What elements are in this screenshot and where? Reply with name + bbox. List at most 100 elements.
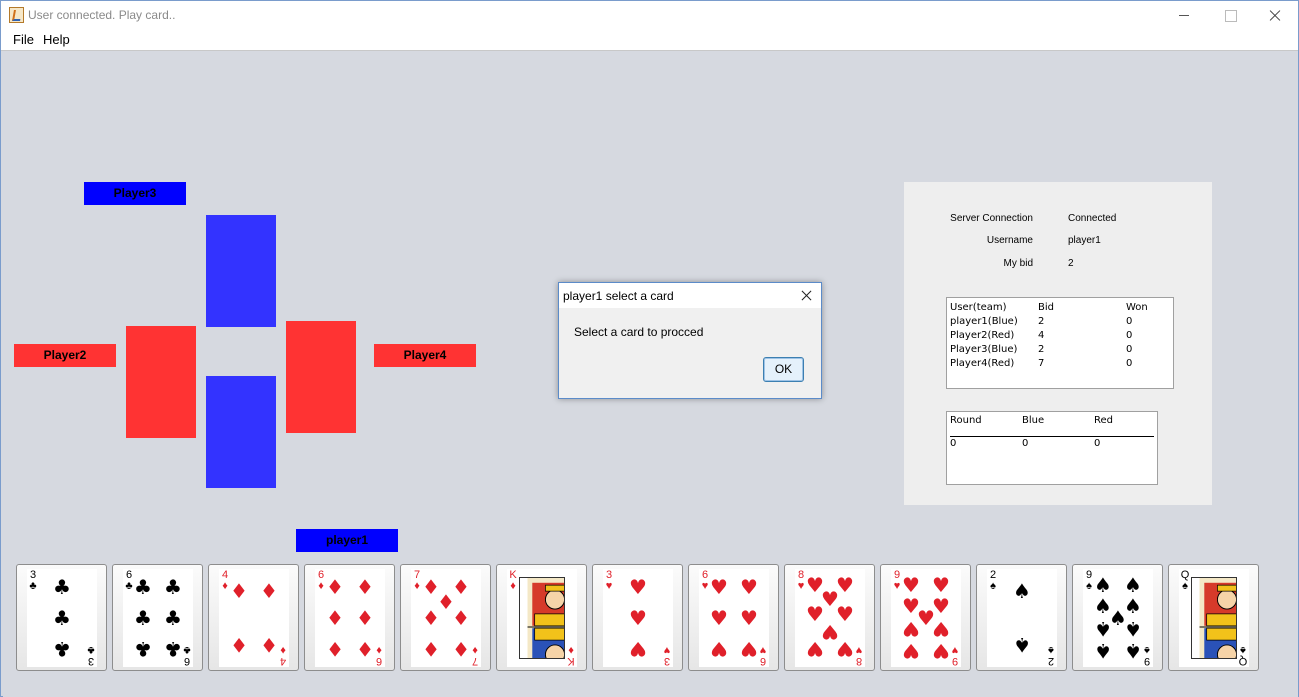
card-pip-icon: ♦	[230, 633, 248, 657]
card-suit-icon: ♦	[280, 644, 286, 656]
menu-file[interactable]: File	[13, 32, 34, 47]
card-suit-icon: ♥	[759, 644, 767, 656]
card-index: Q ♠	[1238, 644, 1248, 667]
card-pip-icon: ♦	[356, 637, 374, 661]
hand-card-button[interactable]: 7 ♦ 7 ♦ ♦ ♦ ♦ ♦ ♦ ♦ ♦	[400, 564, 491, 671]
card-pip-icon: ♦	[356, 606, 374, 630]
card-suit-icon: ♣	[87, 644, 95, 656]
card-index: 2 ♠	[988, 570, 998, 592]
card-rank: K	[567, 655, 575, 667]
title-bar[interactable]: User connected. Play card..	[1, 1, 1298, 30]
card-suit-icon: ♦	[510, 580, 516, 592]
close-window-button[interactable]	[1253, 1, 1299, 30]
info-panel: Server Connection Connected Username pla…	[904, 182, 1212, 505]
bid-table-cell: 2	[1038, 316, 1045, 327]
card-rank: Q	[1238, 655, 1248, 667]
score-table-cell: 0	[950, 438, 957, 449]
card-face: 3 ♣ 3 ♣ ♣ ♣ ♣	[27, 569, 97, 667]
card-index: 7 ♦	[470, 644, 480, 667]
card-index: 6 ♦	[374, 644, 384, 667]
hand-card-button[interactable]: 3 ♥ 3 ♥ ♥ ♥ ♥	[592, 564, 683, 671]
card-pip-icon: ♥	[629, 637, 647, 661]
card-rank: 6	[183, 655, 191, 667]
card-pip-icon: ♥	[710, 637, 728, 661]
hand-card-button[interactable]: 6 ♣ 6 ♣ ♣ ♣ ♣ ♣ ♣ ♣	[112, 564, 203, 671]
card-pip-icon: ♠	[1124, 639, 1142, 663]
bid-table-cell: Player2(Red)	[950, 330, 1015, 341]
card-pip-icon: ♦	[326, 637, 344, 661]
username-value: player1	[1068, 235, 1101, 246]
card-suit-icon: ♥	[663, 644, 671, 656]
score-table-header-blue: Blue	[1022, 415, 1045, 426]
hand-card-button[interactable]: 4 ♦ 4 ♦ ♦ ♦ ♦ ♦	[208, 564, 299, 671]
card-suit-icon: ♥	[855, 644, 863, 656]
username-label: Username	[986, 235, 1033, 246]
bid-table-cell: 0	[1126, 358, 1133, 369]
card-suit-icon: ♠	[990, 580, 996, 592]
card-rank: 9	[951, 655, 959, 667]
menu-help[interactable]: Help	[43, 32, 70, 47]
card-index: 3 ♥	[662, 644, 672, 667]
card-suit-icon: ♠	[1240, 644, 1246, 656]
bid-table-cell: 4	[1038, 330, 1045, 341]
hand-card-button[interactable]: K ♦ K ♦	[496, 564, 587, 671]
bid-table-cell: 0	[1126, 316, 1133, 327]
card-pip-icon: ♣	[164, 637, 182, 661]
card-pip-icon: ♥	[932, 573, 950, 597]
card-pip-icon: ♥	[932, 617, 950, 641]
card-pip-icon: ♠	[1094, 639, 1112, 663]
played-card-slot-bottom	[206, 376, 276, 488]
bid-table-cell: 0	[1126, 344, 1133, 355]
card-suit-icon: ♣	[29, 580, 37, 592]
ok-button[interactable]: OK	[763, 357, 804, 382]
card-index: 9 ♠	[1142, 644, 1152, 667]
bid-table-header-user: User(team)	[950, 302, 1007, 313]
card-pip-icon: ♥	[902, 639, 920, 663]
card-rank: 4	[279, 655, 287, 667]
score-table-header-round: Round	[950, 415, 982, 426]
dialog-close-icon[interactable]	[793, 285, 819, 306]
server-connection-value: Connected	[1068, 213, 1117, 224]
card-face: 2 ♠ 2 ♠ ♠ ♠	[987, 569, 1057, 667]
card-suit-icon: ♠	[1182, 580, 1188, 592]
hand-card-button[interactable]: Q ♠ Q ♠	[1168, 564, 1259, 671]
card-suit-icon: ♥	[605, 580, 613, 592]
java-app-icon	[9, 7, 24, 23]
hand-card-button[interactable]: 8 ♥ 8 ♥ ♥ ♥ ♥ ♥ ♥ ♥ ♥ ♥	[784, 564, 875, 671]
select-card-dialog: player1 select a card Select a card to p…	[558, 282, 822, 399]
hand-card-button[interactable]: 2 ♠ 2 ♠ ♠ ♠	[976, 564, 1067, 671]
bid-table: User(team) Bid Won player1(Blue) 2 0 Pla…	[946, 297, 1174, 389]
bid-table-cell: 7	[1038, 358, 1045, 369]
app-window: User connected. Play card.. File Help Pl…	[0, 0, 1299, 697]
card-pip-icon: ♥	[710, 575, 728, 599]
card-suit-icon: ♥	[951, 644, 959, 656]
card-face: 3 ♥ 3 ♥ ♥ ♥ ♥	[603, 569, 673, 667]
card-suit-icon: ♠	[1144, 644, 1150, 656]
minimize-button[interactable]	[1161, 1, 1207, 30]
card-pip-icon: ♥	[932, 639, 950, 663]
hand-card-button[interactable]: 9 ♥ 9 ♥ ♥ ♥ ♥ ♥ ♥ ♥ ♥ ♥ ♥	[880, 564, 971, 671]
card-pip-icon: ♥	[740, 575, 758, 599]
card-index: 6 ♣	[182, 644, 192, 667]
card-pip-icon: ♣	[53, 606, 71, 630]
card-pip-icon: ♦	[452, 637, 470, 661]
card-face: K ♦ K ♦	[507, 569, 577, 667]
card-pip-icon: ♣	[164, 606, 182, 630]
bid-value: 2	[1068, 258, 1074, 269]
card-pip-icon: ♥	[710, 606, 728, 630]
card-pip-icon: ♥	[629, 575, 647, 599]
hand-card-button[interactable]: 3 ♣ 3 ♣ ♣ ♣ ♣	[16, 564, 107, 671]
card-pip-icon: ♦	[356, 575, 374, 599]
hand-card-button[interactable]: 9 ♠ 9 ♠ ♠ ♠ ♠ ♠ ♠ ♠ ♠ ♠ ♠	[1072, 564, 1163, 671]
hand-card-button[interactable]: 6 ♦ 6 ♦ ♦ ♦ ♦ ♦ ♦ ♦	[304, 564, 395, 671]
score-table-header-red: Red	[1094, 415, 1113, 426]
card-face: 6 ♣ 6 ♣ ♣ ♣ ♣ ♣ ♣ ♣	[123, 569, 193, 667]
maximize-button[interactable]	[1207, 1, 1253, 30]
card-index: 8 ♥	[854, 644, 864, 667]
card-rank: 2	[1047, 655, 1055, 667]
played-card-slot-top	[206, 215, 276, 327]
card-rank: 9	[1143, 655, 1151, 667]
hand-card-button[interactable]: 6 ♥ 6 ♥ ♥ ♥ ♥ ♥ ♥ ♥	[688, 564, 779, 671]
card-pip-icon: ♣	[134, 637, 152, 661]
dialog-title-bar[interactable]: player1 select a card	[559, 283, 821, 308]
